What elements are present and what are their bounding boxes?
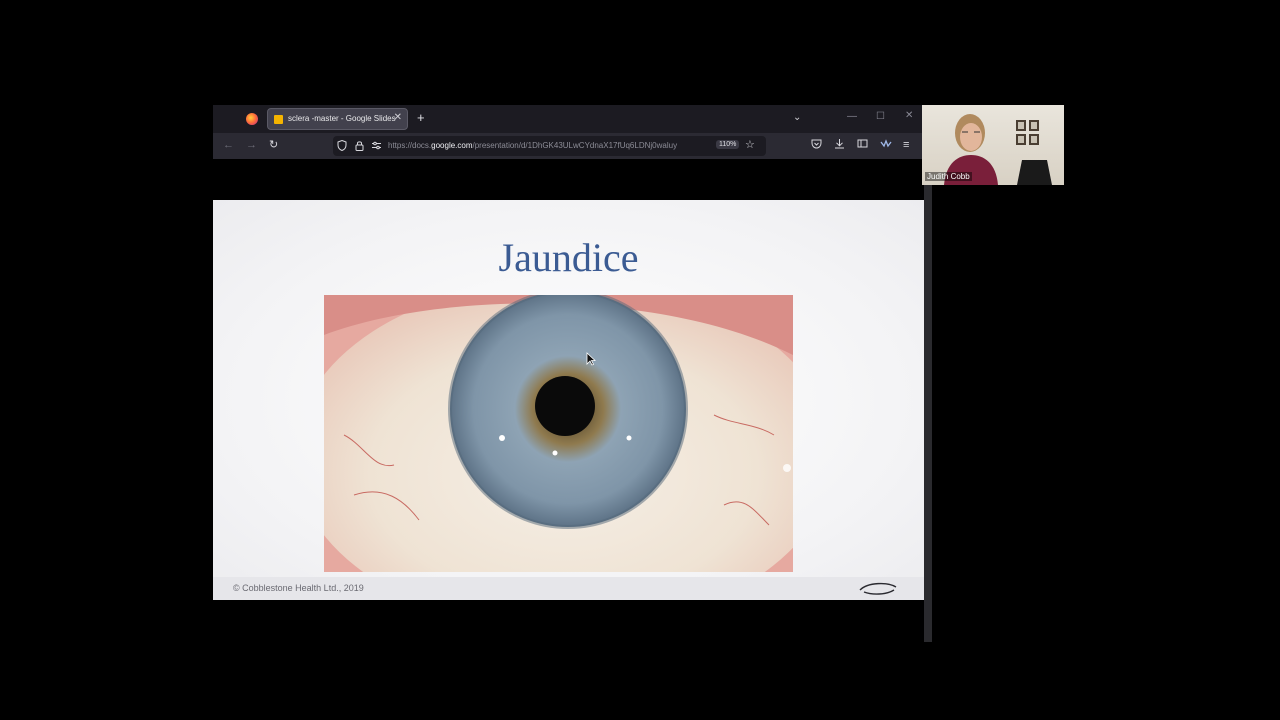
back-icon[interactable]: ← — [223, 138, 234, 152]
close-window-button[interactable]: ✕ — [905, 110, 913, 121]
presentation-scrollbar[interactable] — [924, 185, 932, 642]
forward-icon[interactable]: → — [246, 138, 257, 152]
slide-title: Jaundice — [498, 235, 639, 280]
url-prefix: https://docs. — [388, 141, 432, 150]
menu-icon[interactable]: ≡ — [903, 138, 909, 152]
shield-icon[interactable] — [337, 139, 347, 154]
pocket-icon[interactable] — [811, 138, 822, 153]
slides-favicon-icon — [274, 115, 283, 124]
url-bar[interactable]: https://docs.google.com/presentation/d/1… — [333, 136, 766, 156]
navigation-toolbar: ← → ↻ https://docs.google.com/presentati… — [213, 133, 932, 159]
tab-close-icon[interactable]: ✕ — [394, 112, 402, 123]
zoom-level[interactable]: 110% — [716, 140, 740, 149]
participant-name: Judith Cobb — [925, 172, 972, 181]
tab-google-slides[interactable]: sclera -master - Google Slides ✕ — [267, 108, 408, 130]
new-tab-button[interactable]: + — [417, 111, 425, 125]
slide: Jaundice © Cobblestone Health Ltd., 2019 — [213, 200, 924, 600]
bookmark-star-icon[interactable]: ☆ — [745, 139, 755, 151]
cobblestone-logo-icon — [858, 580, 900, 601]
firefox-logo-icon[interactable] — [246, 113, 258, 125]
permissions-icon[interactable] — [371, 140, 382, 154]
tab-list-chevron-icon[interactable]: ⌄ — [793, 112, 801, 123]
eye-photo — [324, 295, 793, 572]
slide-footer: © Cobblestone Health Ltd., 2019 — [213, 577, 924, 600]
minimize-button[interactable]: — — [847, 111, 857, 122]
maximize-button[interactable]: ☐ — [876, 111, 885, 122]
downloads-icon[interactable] — [834, 138, 845, 153]
sidebar-icon[interactable] — [857, 138, 868, 153]
tab-title: sclera -master - Google Slides — [288, 114, 396, 123]
tab-bar: sclera -master - Google Slides ✕ + ⌄ — ☐… — [213, 105, 932, 133]
lock-icon[interactable] — [355, 140, 364, 154]
eye-illustration — [324, 295, 793, 572]
webcam-video: Judith Cobb — [922, 105, 1064, 185]
mouse-cursor-icon — [586, 352, 597, 371]
url-domain: google.com — [431, 141, 473, 150]
extension-icon[interactable] — [880, 138, 892, 153]
url-path: /presentation/d/1DhGK43ULwCYdnaX17fUq6LD… — [472, 141, 678, 150]
url-text[interactable]: https://docs.google.com/presentation/d/1… — [388, 141, 706, 150]
reload-icon[interactable]: ↻ — [269, 138, 278, 152]
footer-copyright: © Cobblestone Health Ltd., 2019 — [233, 583, 364, 593]
